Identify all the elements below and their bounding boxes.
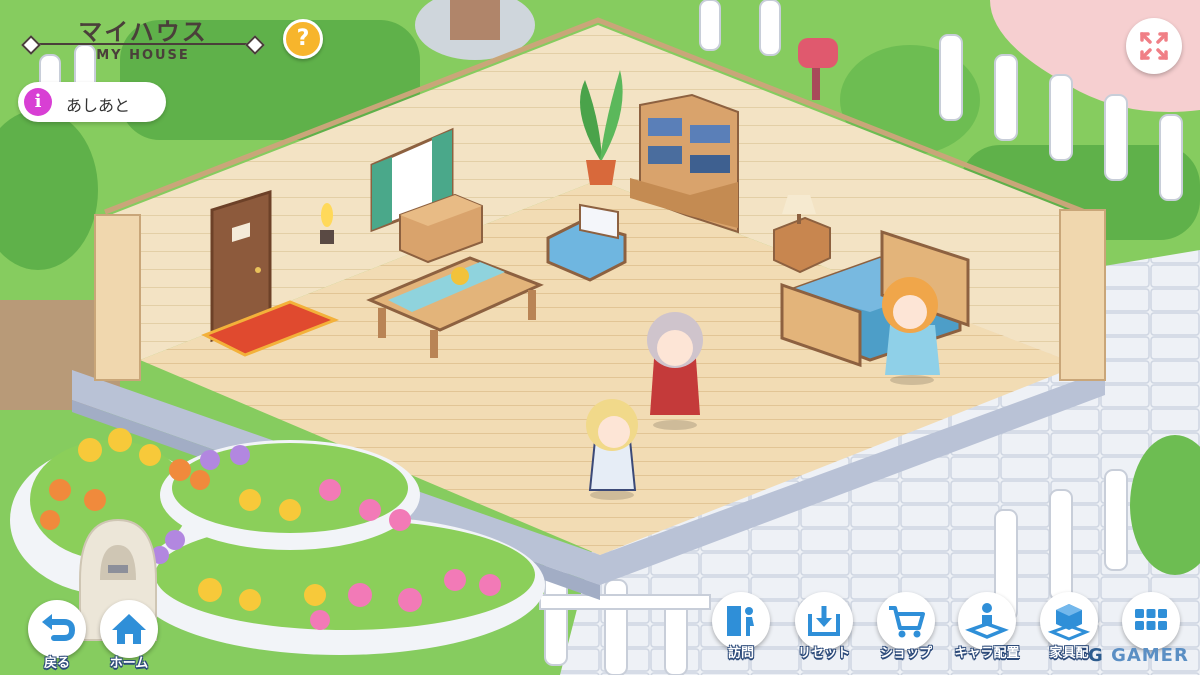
expand-icon [1140, 32, 1168, 60]
page-header: マイハウス MY HOUSE [18, 10, 268, 66]
house-scene [0, 0, 1200, 675]
page-title: マイハウス [78, 18, 208, 46]
reset-label: リセット [797, 646, 850, 661]
character-bed-girl[interactable] [882, 277, 940, 385]
post-left [94, 214, 141, 381]
footprints-button[interactable]: i あしあと [18, 82, 166, 122]
gamer-watermark: G GAMER [1088, 645, 1189, 666]
info-icon: i [24, 88, 52, 116]
watermark-mark: G [1088, 645, 1104, 666]
title-divider [32, 43, 254, 45]
help-icon: ? [296, 26, 310, 51]
visit-label: 訪問 [727, 646, 754, 661]
home-label: ホーム [109, 656, 149, 671]
house-icon [112, 614, 146, 644]
watermark-text: GAMER [1111, 645, 1189, 666]
home-button[interactable] [100, 600, 158, 658]
grid-menu-icon [1135, 609, 1167, 630]
character-fox-girl[interactable] [647, 312, 703, 430]
tree-trunk [450, 0, 500, 40]
character-placement-label: キャラ配置 [954, 646, 1020, 661]
fullscreen-button[interactable] [1126, 18, 1182, 74]
footprints-label: あしあと [66, 96, 131, 115]
character-blonde-girl[interactable] [586, 399, 638, 500]
post-right [1059, 209, 1106, 381]
menu-button[interactable] [1122, 592, 1180, 650]
back-button[interactable] [28, 600, 86, 658]
help-button[interactable]: ? [283, 19, 323, 59]
return-arrow-icon [42, 614, 76, 641]
page-subtitle: MY HOUSE [96, 48, 190, 63]
shop-label: ショップ [879, 646, 932, 661]
